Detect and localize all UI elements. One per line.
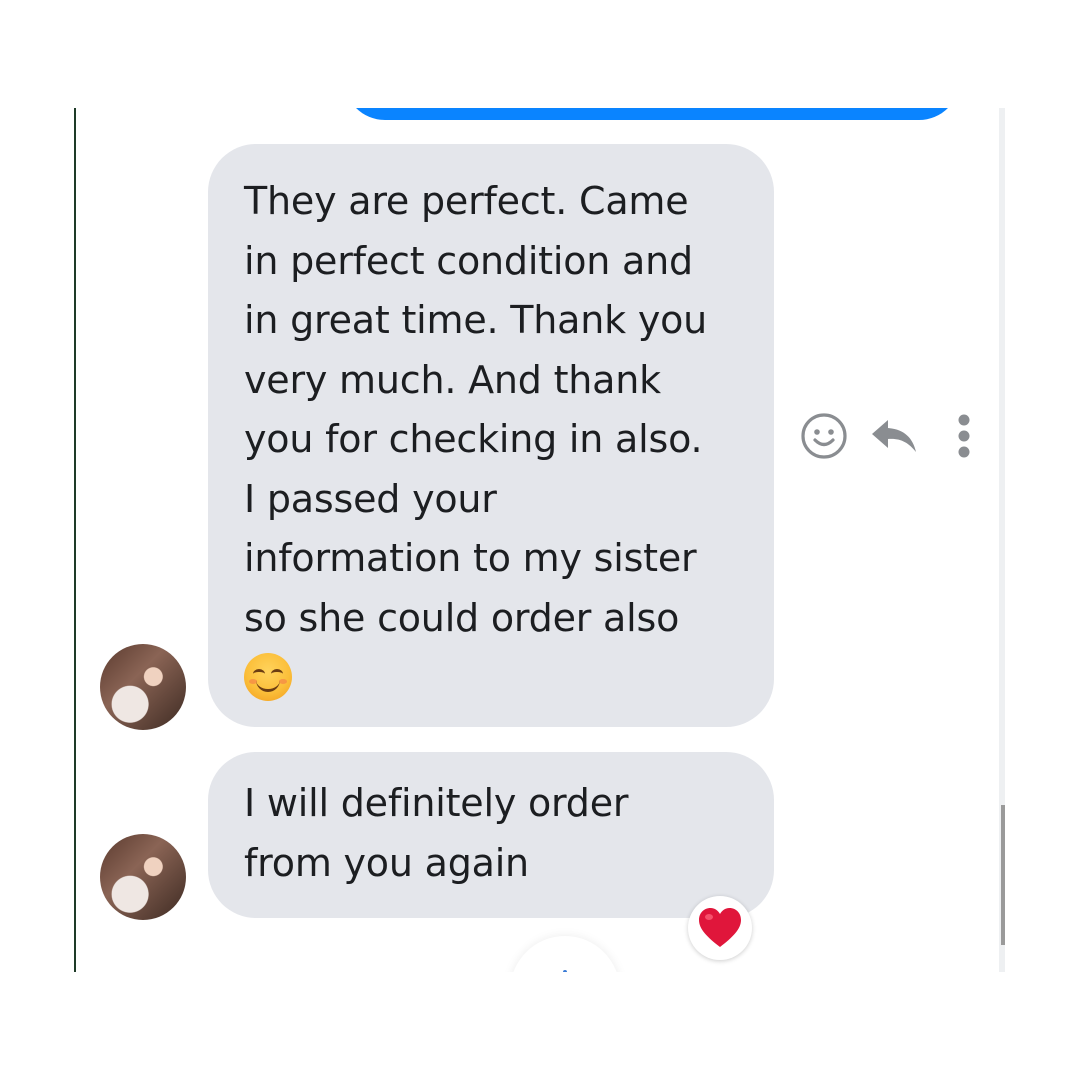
sender-avatar[interactable] [100, 834, 186, 920]
message-line: very much. And thank [244, 357, 661, 402]
scrollbar-thumb[interactable] [1001, 805, 1005, 945]
sender-avatar[interactable] [100, 644, 186, 730]
message-line: I will definitely order [244, 781, 629, 825]
message-line: you for checking in also. [244, 417, 703, 461]
scroll-to-bottom-button[interactable] [510, 936, 620, 972]
message-line: in perfect condition and [244, 238, 693, 283]
more-icon[interactable] [938, 408, 990, 464]
react-icon[interactable] [798, 408, 850, 464]
message-line: information to my sister [244, 536, 697, 580]
heart-reaction-icon[interactable] [688, 896, 752, 960]
message-line: They are perfect. Came [244, 179, 689, 223]
message-thread: They are perfect. Came in perfect condit… [76, 108, 1004, 972]
message-line: from you again [244, 840, 529, 885]
message-line: so she could order also [244, 595, 680, 640]
smiling-face-emoji-icon [244, 653, 292, 701]
sent-message-bubble[interactable] [344, 108, 960, 120]
arrow-down-icon [563, 970, 567, 972]
message-line: I passed your [244, 476, 497, 521]
reply-icon[interactable] [868, 408, 920, 464]
message-line: in great time. Thank you [244, 298, 708, 342]
received-message-bubble[interactable]: They are perfect. Came in perfect condit… [208, 144, 774, 727]
received-message-bubble[interactable]: I will definitely order from you again [208, 752, 774, 918]
